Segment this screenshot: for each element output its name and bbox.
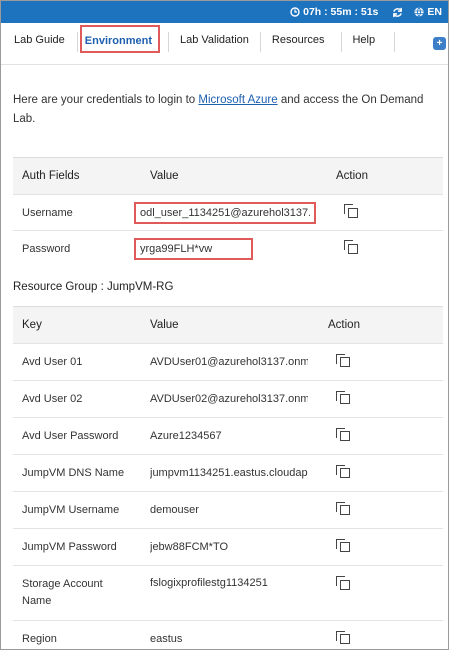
refresh-button[interactable] — [392, 7, 406, 18]
table-header-row: Key Value Action — [13, 306, 443, 344]
tab-bar: Lab Guide Environment Lab Validation Res… — [1, 23, 448, 65]
copy-icon[interactable] — [344, 204, 358, 218]
expand-panel-icon[interactable]: + — [433, 37, 446, 50]
row-value[interactable]: AVDUser02@azurehol3137.onmicrosoft.com — [150, 393, 308, 405]
table-row: Avd User Password Azure1234567 — [13, 417, 443, 455]
table-row: Region eastus — [13, 620, 443, 649]
row-label: JumpVM Username — [13, 491, 142, 529]
table-row: JumpVM Username demouser — [13, 491, 443, 529]
table-row: Password yrga99FLH*vw — [13, 230, 443, 267]
column-header: Key — [13, 306, 142, 344]
timer-text: 07h : 55m : 51s — [303, 6, 379, 18]
row-value[interactable]: AVDUser01@azurehol3137.onmicrosoft.com — [150, 356, 308, 368]
tab-divider — [168, 32, 169, 52]
tab-divider — [341, 32, 343, 52]
username-value[interactable]: odl_user_1134251@azurehol3137.onmicrosof… — [140, 207, 310, 219]
row-label: Storage Account Name — [13, 565, 142, 621]
auth-table: Auth Fields Value Action Username odl_us… — [13, 157, 443, 267]
copy-icon[interactable] — [336, 427, 350, 442]
top-status-bar: 07h : 55m : 51s EN — [1, 1, 448, 23]
column-header: Value — [142, 306, 308, 344]
column-header: Action — [316, 157, 443, 195]
refresh-icon — [393, 7, 403, 17]
table-header-row: Auth Fields Value Action — [13, 157, 443, 195]
table-row: Storage Account Name fslogixprofilestg11… — [13, 565, 443, 621]
copy-icon[interactable] — [336, 353, 350, 368]
copy-icon[interactable] — [336, 501, 350, 516]
microsoft-azure-link[interactable]: Microsoft Azure — [198, 94, 277, 106]
row-value[interactable]: jumpvm1134251.eastus.cloudapp.azure.com — [150, 467, 308, 479]
table-row: Username odl_user_1134251@azurehol3137.o… — [13, 194, 443, 231]
tab-lab-guide[interactable]: Lab Guide — [14, 23, 65, 64]
row-value[interactable]: fslogixprofilestg1134251 — [150, 577, 308, 589]
tab-divider — [76, 32, 78, 52]
row-value[interactable]: demouser — [150, 504, 308, 516]
row-label: Username — [13, 194, 142, 231]
table-row: Avd User 02 AVDUser02@azurehol3137.onmic… — [13, 380, 443, 418]
tab-resources[interactable]: Resources — [272, 23, 325, 64]
row-label: JumpVM Password — [13, 528, 142, 566]
row-label: Avd User 01 — [13, 343, 142, 381]
row-label: Password — [13, 230, 142, 267]
copy-icon[interactable] — [336, 464, 350, 479]
copy-icon[interactable] — [336, 630, 350, 645]
row-value[interactable]: jebw88FCM*TO — [150, 541, 308, 553]
row-label: JumpVM DNS Name — [13, 454, 142, 492]
clock-icon — [290, 7, 300, 17]
globe-icon — [414, 7, 424, 17]
table-row: JumpVM Password jebw88FCM*TO — [13, 528, 443, 566]
resource-group-table: Key Value Action Avd User 01 AVDUser01@a… — [13, 306, 443, 649]
row-value[interactable]: Azure1234567 — [150, 430, 308, 442]
language-label: EN — [427, 6, 442, 18]
tab-lab-validation[interactable]: Lab Validation — [180, 23, 249, 64]
row-label: Avd User Password — [13, 417, 142, 455]
username-value-highlight: odl_user_1134251@azurehol3137.onmicrosof… — [134, 201, 316, 224]
language-selector[interactable]: EN — [414, 6, 442, 18]
password-value[interactable]: yrga99FLH*vw — [140, 243, 248, 255]
column-header: Value — [142, 157, 316, 195]
table-row: Avd User 01 AVDUser01@azurehol3137.onmic… — [13, 343, 443, 381]
tab-environment[interactable]: Environment — [79, 25, 160, 53]
copy-icon[interactable] — [336, 538, 350, 553]
intro-prefix: Here are your credentials to login to — [13, 94, 199, 106]
row-label: Region — [13, 620, 142, 649]
row-value[interactable]: eastus — [150, 633, 308, 645]
row-label: Avd User 02 — [13, 380, 142, 418]
column-header: Auth Fields — [13, 157, 142, 195]
copy-icon[interactable] — [344, 240, 358, 254]
timer: 07h : 55m : 51s — [290, 6, 378, 18]
column-header: Action — [308, 306, 443, 344]
password-value-highlight: yrga99FLH*vw — [134, 237, 253, 260]
tab-divider — [259, 32, 261, 52]
tab-help[interactable]: Help — [352, 23, 375, 64]
tab-divider — [394, 32, 396, 52]
lab-panel: 07h : 55m : 51s EN Lab Guide Environment… — [0, 0, 449, 650]
copy-icon[interactable] — [336, 576, 350, 590]
intro-text: Here are your credentials to login to Mi… — [13, 91, 433, 129]
table-row: JumpVM DNS Name jumpvm1134251.eastus.clo… — [13, 454, 443, 492]
copy-icon[interactable] — [336, 390, 350, 405]
resource-group-title: Resource Group : JumpVM-RG — [13, 281, 174, 293]
